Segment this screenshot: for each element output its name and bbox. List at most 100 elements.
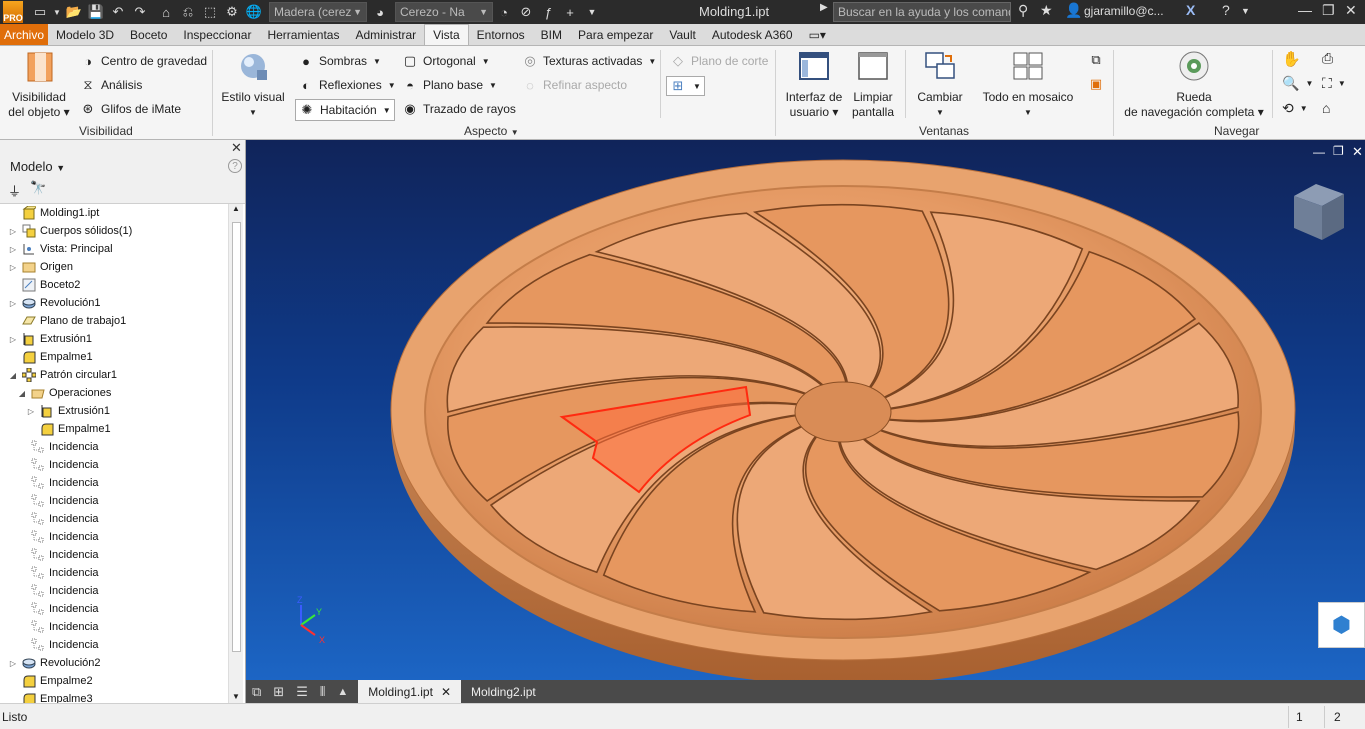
tree-node[interactable]: Incidencia	[17, 438, 99, 456]
help-search-input[interactable]: Buscar en la ayuda y los comandos	[833, 2, 1011, 22]
undo-icon[interactable]: ↶	[109, 3, 127, 21]
cascade-button[interactable]: ⧉	[1088, 52, 1109, 68]
viewport-restore-icon[interactable]: ❐	[1333, 144, 1344, 158]
plus-icon[interactable]: +	[561, 3, 579, 21]
expand-search-icon[interactable]: ▶	[820, 2, 828, 13]
tab-5[interactable]: Administrar	[347, 24, 424, 45]
tree-scrollbar[interactable]: ▲ ▼	[228, 204, 243, 703]
close-icon[interactable]: ✕	[231, 140, 242, 156]
tree-node[interactable]: Incidencia	[17, 528, 99, 546]
adjust-appearance-icon[interactable]: ◔	[495, 3, 513, 21]
return-icon[interactable]: ⎌	[179, 3, 197, 21]
imate-glyphs-button[interactable]: ⊛ Glifos de iMate	[80, 101, 182, 117]
reflections-button[interactable]: ◐ Reflexiones ▼	[298, 77, 396, 93]
tree-node[interactable]: ▷ Extrusión1	[8, 330, 92, 348]
section-plane-button[interactable]: ◇ Plano de corte	[670, 53, 768, 69]
tree-node[interactable]: ▷ Vista: Principal	[8, 240, 113, 258]
color-wheel-icon[interactable]: ◕	[371, 3, 389, 21]
tab-3[interactable]: Inspeccionar	[175, 24, 259, 45]
document-tab[interactable]: Molding1.ipt ✕	[358, 680, 461, 703]
expand-icon[interactable]: ▷	[26, 407, 36, 416]
new-window-button[interactable]: ▣	[1088, 76, 1109, 92]
tree-node[interactable]: ▷ Revolución1	[8, 294, 101, 312]
tab-1[interactable]: Modelo 3D	[48, 24, 122, 45]
tree-node[interactable]: Incidencia	[17, 510, 99, 528]
tab-11[interactable]: Autodesk A360	[704, 24, 801, 45]
tree-node[interactable]: Incidencia	[17, 456, 99, 474]
tile-vertical-icon[interactable]: ⫴	[320, 684, 325, 700]
viewport-minimize-icon[interactable]: —	[1313, 145, 1325, 159]
tree-node[interactable]: ◢ Operaciones	[17, 384, 111, 402]
user-icon[interactable]: 👤	[1065, 2, 1082, 19]
ground-plane-button[interactable]: ◓ Plano base ▼	[402, 77, 497, 93]
close-icon[interactable]: ✕	[1345, 2, 1357, 19]
open-file-icon[interactable]: 📂	[65, 3, 83, 21]
appearance-select[interactable]: Cerezo - Na ▼	[395, 2, 493, 22]
object-visibility-button[interactable]: Visibilidad del objeto ▾	[8, 50, 70, 120]
scroll-up-icon[interactable]: ▲	[232, 204, 240, 213]
room-select[interactable]: ✺ Habitación ▼	[295, 99, 395, 121]
scroll-down-icon[interactable]: ▼	[232, 692, 240, 701]
refine-appearance-button[interactable]: ◌ Refinar aspecto	[522, 77, 627, 93]
zoom-button[interactable]: 🔍 ▼	[1282, 75, 1313, 92]
tree-node[interactable]: Plano de trabajo1	[8, 312, 126, 330]
tab-2[interactable]: Boceto	[122, 24, 175, 45]
user-account[interactable]: gjaramillo@c...	[1084, 4, 1164, 18]
viewport-close-icon[interactable]: ✕	[1352, 144, 1363, 160]
expand-icon[interactable]: ▷	[8, 263, 18, 272]
favorites-icon[interactable]: ★	[1040, 2, 1053, 19]
tree-node[interactable]: Boceto2	[8, 276, 80, 294]
tree-node[interactable]: ▷ Cuerpos sólidos(1)	[8, 222, 132, 240]
orthographic-button[interactable]: ▢ Ortogonal ▼	[402, 53, 490, 69]
tree-node[interactable]: ▷ Extrusión1	[26, 402, 110, 420]
home-view-button[interactable]: ⌂	[1322, 100, 1330, 116]
customize-icon[interactable]: ▼	[583, 3, 601, 21]
tile-windows-icon[interactable]: ⊞	[273, 684, 284, 700]
expand-icon[interactable]: ▷	[8, 335, 18, 344]
clean-screen-button[interactable]: Limpiar pantalla	[848, 50, 898, 120]
analysis-button[interactable]: ⧖ Análisis	[80, 77, 142, 93]
x-exchange-icon[interactable]: X	[1186, 2, 1195, 18]
document-tab[interactable]: Molding2.ipt	[461, 680, 546, 703]
tree-node[interactable]: Incidencia	[17, 546, 99, 564]
filter-icon[interactable]: ⏚	[8, 181, 21, 200]
visual-style-button[interactable]: Estilo visual ▼	[218, 50, 288, 120]
minimize-icon[interactable]: —	[1298, 2, 1312, 18]
zoom-all-button[interactable]: ⛶ ▼	[1322, 75, 1346, 92]
tree-node[interactable]: Incidencia	[17, 618, 99, 636]
collapse-icon[interactable]: ◢	[8, 371, 18, 380]
tree-node[interactable]: Incidencia	[17, 474, 99, 492]
tab-6[interactable]: Vista	[424, 24, 469, 45]
clear-appearance-icon[interactable]: ⊘	[517, 3, 535, 21]
tree-node[interactable]: Empalme2	[8, 672, 93, 690]
ray-tracing-button[interactable]: ◉ Trazado de rayos	[402, 101, 516, 117]
tab-8[interactable]: BIM	[533, 24, 570, 45]
collapse-icon[interactable]: ◢	[17, 389, 27, 398]
help-icon[interactable]: ?	[228, 159, 242, 173]
material-select[interactable]: Madera (cereza)▼	[269, 2, 367, 22]
help-dropdown-icon[interactable]: ▼	[1241, 6, 1250, 16]
shadows-button[interactable]: ● Sombras ▼	[298, 53, 381, 69]
tree-node[interactable]: Incidencia	[17, 600, 99, 618]
new-file-icon[interactable]: ▭	[31, 3, 49, 21]
expand-icon[interactable]: ▷	[8, 245, 18, 254]
home-icon[interactable]: ⌂	[157, 3, 175, 21]
tab-10[interactable]: Vault	[661, 24, 703, 45]
maximize-icon[interactable]: ❐	[1322, 2, 1335, 19]
help-icon[interactable]: ?	[1222, 2, 1230, 18]
ribbon-options-icon[interactable]: ▭▾	[801, 24, 834, 45]
tree-node[interactable]: Incidencia	[17, 564, 99, 582]
look-at-button[interactable]: ⎙	[1322, 50, 1333, 67]
center-of-gravity-button[interactable]: ◑ Centro de gravedad	[80, 53, 207, 69]
redo-icon[interactable]: ↷	[131, 3, 149, 21]
globe-icon[interactable]: 🌐	[245, 3, 263, 21]
view-cube[interactable]	[1294, 184, 1344, 240]
tab-7[interactable]: Entornos	[469, 24, 533, 45]
tree-node[interactable]: ▷ Origen	[8, 258, 73, 276]
expand-icon[interactable]: ▷	[8, 659, 18, 668]
cascade-windows-icon[interactable]: ⧉	[252, 684, 261, 700]
textures-button[interactable]: ◎ Texturas activadas ▼	[522, 53, 656, 69]
tab-9[interactable]: Para empezar	[570, 24, 661, 45]
pan-button[interactable]: ✋	[1282, 50, 1301, 68]
tab-4[interactable]: Herramientas	[259, 24, 347, 45]
